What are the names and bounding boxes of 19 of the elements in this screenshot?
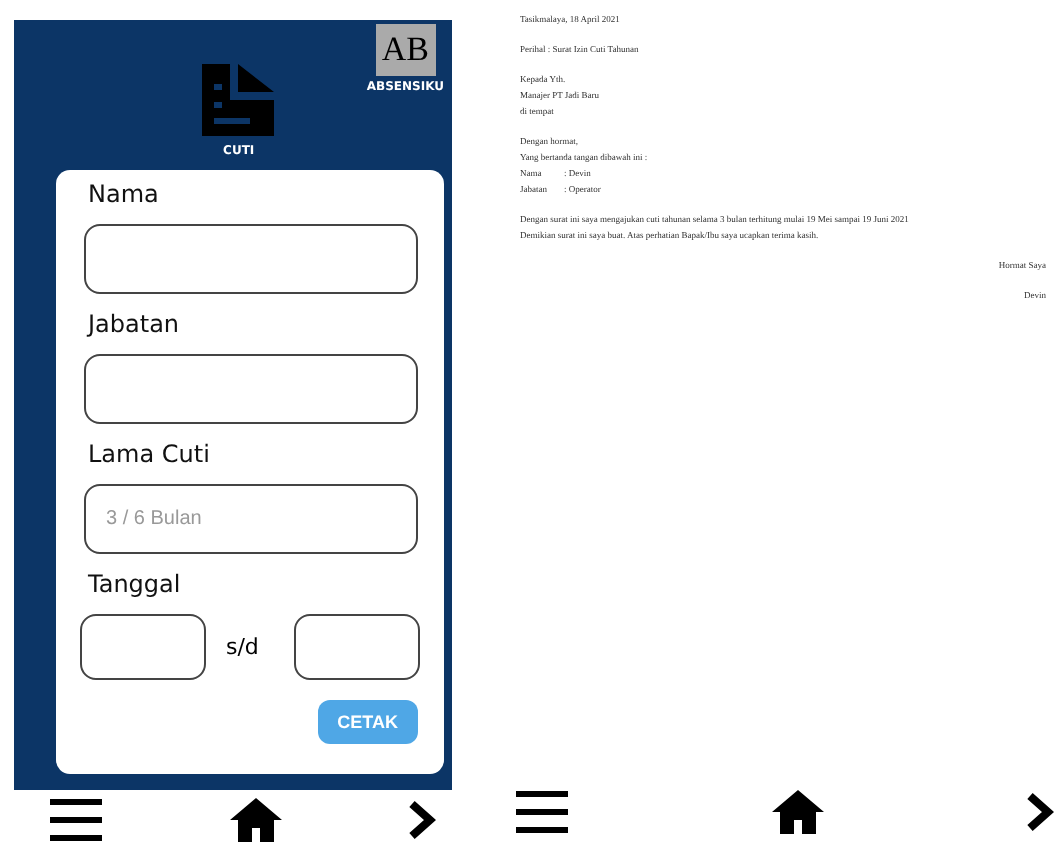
chevron-right-icon[interactable] <box>1026 792 1054 832</box>
menu-icon[interactable] <box>50 798 102 842</box>
input-field[interactable]: 3 / 6 Bulan <box>84 484 418 554</box>
date-separator: s/d <box>226 634 259 660</box>
date-field[interactable] <box>294 614 421 680</box>
field-label: Nama <box>88 180 161 208</box>
input-field[interactable] <box>84 224 418 294</box>
document-icon <box>198 60 279 140</box>
menu-icon[interactable] <box>516 790 568 834</box>
date-field[interactable] <box>80 614 206 680</box>
field-label: Lama Cuti <box>88 440 212 468</box>
field-label: Tanggal <box>88 570 183 598</box>
input-field[interactable] <box>84 354 418 424</box>
chevron-right-icon[interactable] <box>408 800 436 840</box>
field-label: Jabatan <box>88 310 182 338</box>
app-logo: AB <box>375 24 436 76</box>
home-icon[interactable] <box>229 798 281 842</box>
home-icon[interactable] <box>771 790 823 834</box>
print-button[interactable]: CETAK <box>317 700 418 744</box>
